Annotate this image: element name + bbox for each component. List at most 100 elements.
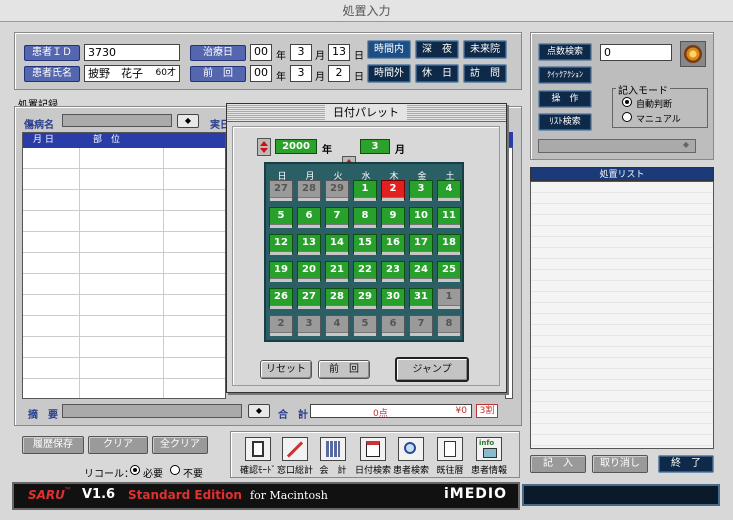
calendar-day[interactable]: 19: [269, 261, 293, 282]
calendar-day[interactable]: 31: [409, 288, 433, 309]
table-row[interactable]: [23, 148, 225, 169]
mode-auto-radio[interactable]: [622, 97, 632, 107]
right-dropdown[interactable]: [538, 139, 696, 153]
clear-all-button[interactable]: 全クリア: [152, 436, 208, 454]
calendar-day[interactable]: 15: [353, 234, 377, 255]
recall-not-required-radio[interactable]: [170, 465, 180, 475]
calendar-day[interactable]: 28: [325, 288, 349, 309]
manipulation-button[interactable]: 操 作: [538, 90, 592, 108]
calendar-day[interactable]: 3: [297, 315, 321, 336]
calendar-day[interactable]: 5: [353, 315, 377, 336]
clear-button[interactable]: クリア: [88, 436, 148, 454]
enter-button[interactable]: 記 入: [530, 455, 586, 473]
calendar-day[interactable]: 18: [437, 234, 461, 255]
table-row[interactable]: [23, 190, 225, 211]
reset-button[interactable]: リセット: [260, 360, 312, 379]
calendar-day-selected[interactable]: 2: [381, 180, 405, 201]
treatment-month-field[interactable]: 3: [290, 44, 312, 61]
time-latenight-button[interactable]: 深 夜: [415, 40, 459, 59]
previous-day-field[interactable]: 2: [328, 65, 350, 82]
calendar-day[interactable]: 8: [437, 315, 461, 336]
mode-manual-radio[interactable]: [622, 112, 632, 122]
calendar-day[interactable]: 28: [297, 180, 321, 201]
points-input[interactable]: 0: [600, 44, 672, 61]
table-row[interactable]: [23, 358, 225, 379]
record-table[interactable]: 月 日 部 位: [22, 132, 226, 400]
calendar-day[interactable]: 25: [437, 261, 461, 282]
table-row[interactable]: [23, 169, 225, 190]
spinner-icon[interactable]: [680, 41, 706, 67]
cancel-button[interactable]: 取り消し: [592, 455, 648, 473]
disease-dropdown[interactable]: [62, 114, 172, 127]
summary-dropdown-arrow-icon[interactable]: ◆: [248, 404, 270, 418]
pencil-icon[interactable]: [282, 437, 308, 461]
calendar-day[interactable]: 7: [325, 207, 349, 228]
calendar-day[interactable]: 2: [269, 315, 293, 336]
year-stepper-icon[interactable]: [257, 138, 271, 156]
recall-required-radio[interactable]: [130, 465, 140, 475]
finish-button[interactable]: 終 了: [658, 455, 714, 473]
calendar-day[interactable]: 4: [325, 315, 349, 336]
calendar-day[interactable]: 30: [381, 288, 405, 309]
table-row[interactable]: [23, 379, 225, 400]
time-visit-button[interactable]: 訪 問: [463, 64, 507, 83]
table-row[interactable]: [23, 295, 225, 316]
calendar-day[interactable]: 1: [353, 180, 377, 201]
calendar-day[interactable]: 16: [381, 234, 405, 255]
search-points-button[interactable]: 点数検索: [538, 43, 592, 61]
time-within-button[interactable]: 時間内: [367, 40, 411, 59]
previous-month-field[interactable]: 3: [290, 65, 312, 82]
calendar-day[interactable]: 3: [409, 180, 433, 201]
calendar-day[interactable]: 29: [353, 288, 377, 309]
time-holiday-button[interactable]: 休 日: [415, 64, 459, 83]
calendar-day[interactable]: 26: [269, 288, 293, 309]
list-search-button[interactable]: ﾘｽﾄ検索: [538, 113, 592, 131]
patient-id-field[interactable]: 3730: [84, 44, 180, 61]
time-notvisited-button[interactable]: 未来院: [463, 40, 507, 59]
treatment-year-field[interactable]: 00: [250, 44, 272, 61]
calendar-day[interactable]: 24: [409, 261, 433, 282]
treatment-day-field[interactable]: 13: [328, 44, 350, 61]
disease-dropdown-arrow-icon[interactable]: ◆: [177, 114, 199, 128]
calendar-day[interactable]: 9: [381, 207, 405, 228]
calendar-day[interactable]: 27: [269, 180, 293, 201]
patient-info-icon[interactable]: info: [476, 437, 502, 461]
summary-field[interactable]: [62, 404, 242, 418]
calendar-day[interactable]: 27: [297, 288, 321, 309]
calendar-day[interactable]: 23: [381, 261, 405, 282]
calendar-day[interactable]: 21: [325, 261, 349, 282]
calendar-day[interactable]: 14: [325, 234, 349, 255]
table-row[interactable]: [23, 211, 225, 232]
previous-visit-button[interactable]: 前 回: [318, 360, 370, 379]
table-row[interactable]: [23, 337, 225, 358]
calendar-day[interactable]: 7: [409, 315, 433, 336]
calendar-day[interactable]: 17: [409, 234, 433, 255]
jump-button[interactable]: ジャンプ: [395, 357, 469, 382]
table-row[interactable]: [23, 253, 225, 274]
calendar-day[interactable]: 6: [297, 207, 321, 228]
calendar-day[interactable]: 20: [297, 261, 321, 282]
calendar-search-icon[interactable]: [360, 437, 386, 461]
calendar-day[interactable]: 22: [353, 261, 377, 282]
calendar-day[interactable]: 11: [437, 207, 461, 228]
table-row[interactable]: [23, 232, 225, 253]
calendar-day[interactable]: 6: [381, 315, 405, 336]
calendar-day[interactable]: 1: [437, 288, 461, 309]
history-icon[interactable]: [437, 437, 463, 461]
calendar-day[interactable]: 29: [325, 180, 349, 201]
right-dropdown-arrow-icon[interactable]: ◆: [679, 140, 693, 152]
time-outside-button[interactable]: 時間外: [367, 64, 411, 83]
previous-year-field[interactable]: 00: [250, 65, 272, 82]
clipboard-icon[interactable]: [245, 437, 271, 461]
copay-ratio-badge[interactable]: 3割: [476, 404, 498, 418]
calendar-day[interactable]: 10: [409, 207, 433, 228]
calendar-day[interactable]: 8: [353, 207, 377, 228]
patient-search-icon[interactable]: [398, 437, 424, 461]
quick-action-button[interactable]: ｸｲｯｸｱｸｼｮﾝ: [538, 66, 592, 84]
save-history-button[interactable]: 履歴保存: [22, 436, 84, 454]
calendar-day[interactable]: 13: [297, 234, 321, 255]
treatment-list[interactable]: [530, 181, 714, 449]
calendar-day[interactable]: 5: [269, 207, 293, 228]
table-row[interactable]: [23, 274, 225, 295]
calendar-day[interactable]: 4: [437, 180, 461, 201]
